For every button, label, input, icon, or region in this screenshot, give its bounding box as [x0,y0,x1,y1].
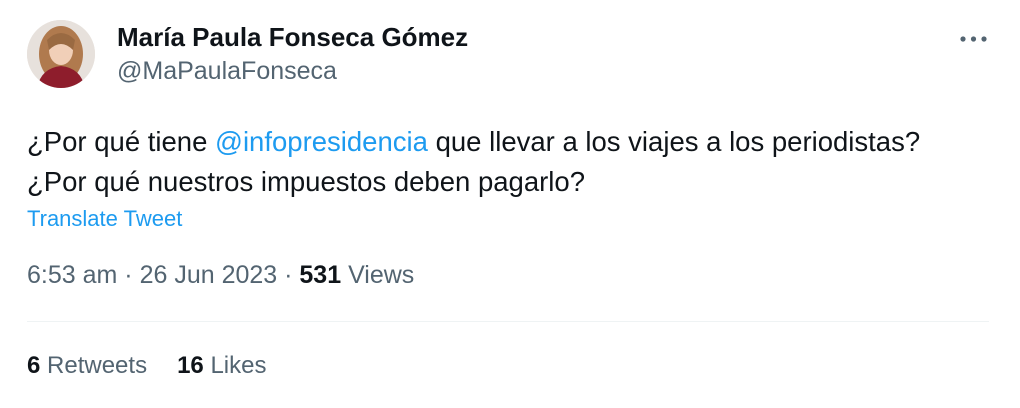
avatar-photo [27,20,95,88]
divider [27,321,989,322]
mention-link[interactable]: @infopresidencia [215,126,428,157]
likes-count: 16 [177,352,204,379]
meta-separator: · [277,261,300,289]
author-handle[interactable]: @MaPaulaFonseca [117,57,337,86]
tweet-text: ¿Por qué tiene @infopresidencia que llev… [27,122,987,202]
tweet-time[interactable]: 6:53 am [27,261,117,289]
tweet-text-line-2: ¿Por qué nuestros impuestos deben pagarl… [27,166,585,197]
views-label: Views [341,261,415,289]
more-options-button[interactable] [955,26,995,52]
author-display-name[interactable]: María Paula Fonseca Gómez [117,22,468,53]
avatar[interactable] [27,20,95,88]
more-dots-icon [960,36,987,42]
engagement-stats: 6 Retweets 16 Likes [27,352,266,380]
retweets-count: 6 [27,352,41,379]
views-count: 531 [299,261,342,289]
tweet-text-line-1: ¿Por qué tiene @infopresidencia que llev… [27,122,987,162]
meta-separator: · [117,261,140,289]
tweet-date[interactable]: 26 Jun 2023 [140,261,278,289]
retweets-stat[interactable]: 6 Retweets [27,352,147,380]
likes-stat[interactable]: 16 Likes [177,352,266,380]
retweets-label: Retweets [40,352,148,379]
likes-label: Likes [203,352,267,379]
translate-tweet-link[interactable]: Translate Tweet [27,206,182,232]
tweet-text-segment: que llevar a los viajes a los periodista… [427,126,921,157]
tweet-text-segment: ¿Por qué tiene [27,126,216,157]
tweet-meta: 6:53 am · 26 Jun 2023 · 531 Views [27,261,414,290]
tweet-card: María Paula Fonseca Gómez @MaPaulaFonsec… [0,0,1020,408]
